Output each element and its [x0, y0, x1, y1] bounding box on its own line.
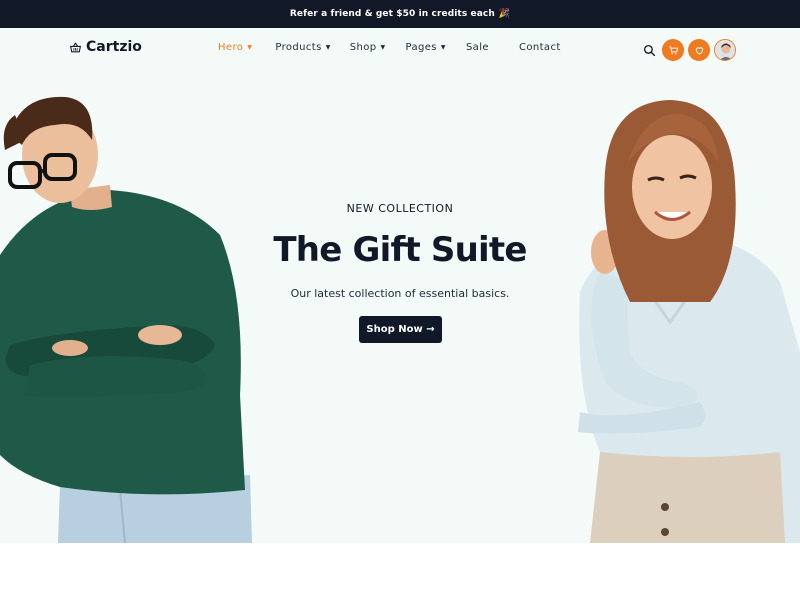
hero-title: The Gift Suite — [273, 230, 527, 270]
shop-now-button[interactable]: Shop Now → — [359, 316, 442, 343]
nav-item-label: Contact — [518, 42, 561, 53]
avatar-image — [715, 40, 735, 60]
cart-button[interactable] — [662, 39, 684, 61]
primary-menu: Hero ▼ Products ▼ Shop ▼ Pages ▼ Sale Co… — [218, 42, 561, 53]
party-popper-icon: 🎉 — [498, 9, 511, 19]
promo-bar: Refer a friend & get $50 in credits each… — [0, 0, 800, 28]
user-avatar[interactable] — [714, 39, 736, 61]
basket-icon — [69, 41, 82, 52]
brand-name: Cartzio — [86, 39, 142, 55]
nav-item-label: Shop — [349, 42, 377, 53]
nav-item-sale[interactable]: Sale — [466, 42, 489, 53]
hero-subtitle: Our latest collection of essential basic… — [290, 287, 510, 300]
nav-item-contact[interactable]: Contact — [519, 42, 561, 53]
nav-item-shop[interactable]: Shop ▼ — [350, 42, 386, 53]
nav-actions — [640, 39, 736, 61]
nav-item-products[interactable]: Products ▼ — [275, 42, 330, 53]
hero-model-left — [0, 96, 252, 543]
search-icon — [643, 44, 655, 56]
hero-eyebrow: NEW COLLECTION — [346, 202, 454, 215]
nav-item-label: Pages — [405, 42, 437, 53]
promo-text: Refer a friend & get $50 in credits each — [289, 9, 495, 19]
caret-down-icon: ▼ — [440, 44, 446, 51]
heart-icon — [695, 46, 703, 55]
caret-down-icon: ▼ — [380, 44, 386, 51]
caret-down-icon: ▼ — [325, 44, 331, 51]
nav-item-label: Products — [275, 42, 322, 53]
brand-logo[interactable]: Cartzio — [69, 39, 142, 55]
caret-down-icon: ▼ — [247, 44, 253, 51]
nav-item-hero[interactable]: Hero ▼ — [218, 42, 252, 53]
wishlist-button[interactable] — [688, 39, 710, 61]
nav-item-pages[interactable]: Pages ▼ — [406, 42, 446, 53]
hero-model-right — [578, 100, 800, 543]
search-button[interactable] — [640, 39, 658, 61]
cart-icon — [668, 45, 678, 54]
nav-item-label: Sale — [465, 42, 489, 53]
nav-item-label: Hero — [218, 42, 244, 53]
